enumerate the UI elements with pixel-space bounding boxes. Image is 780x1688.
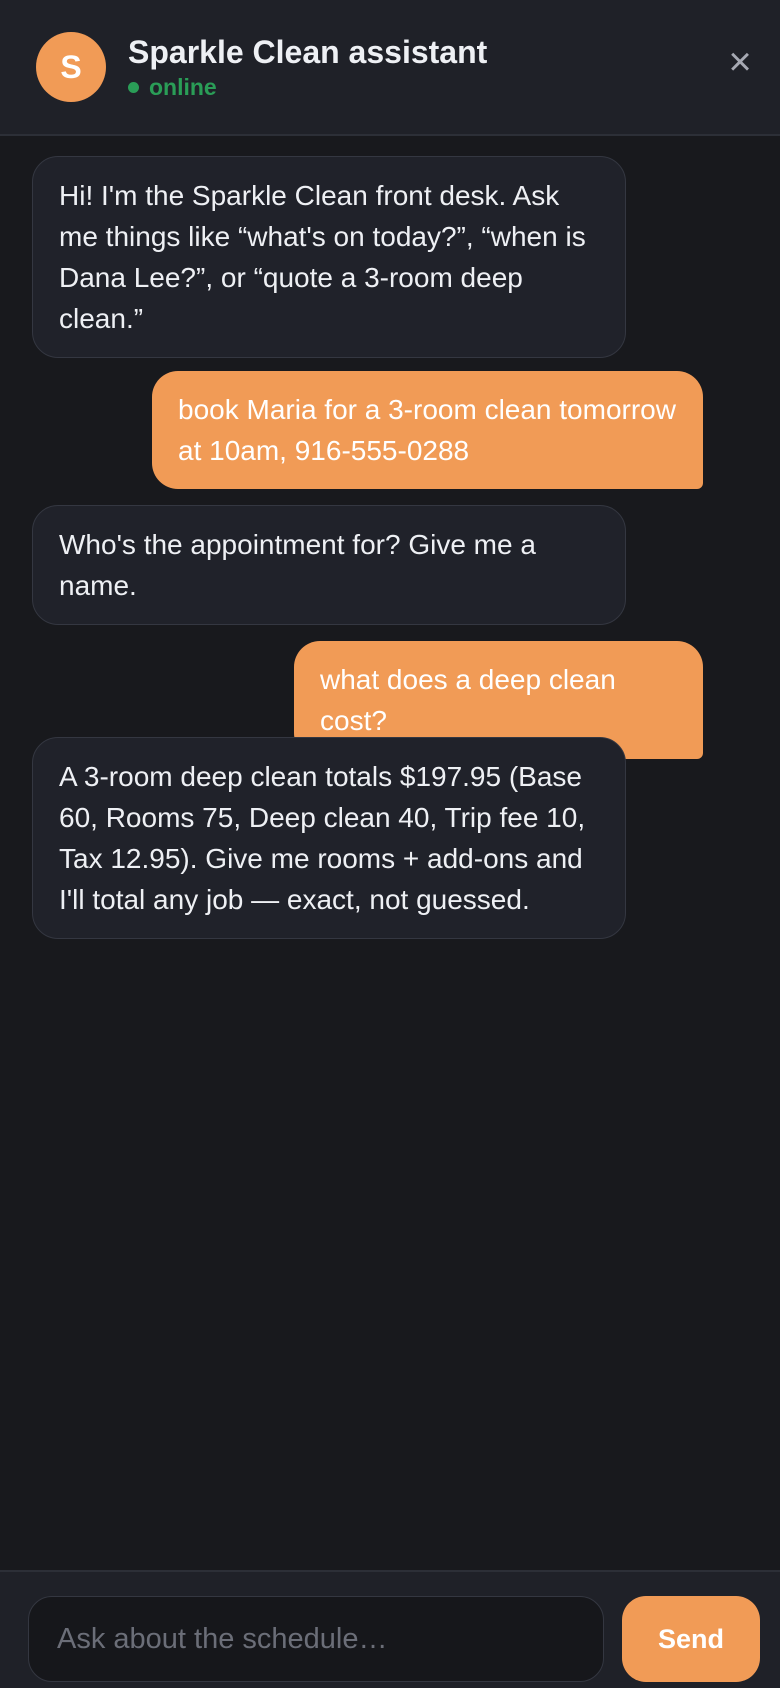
status-badge: online [128,72,217,102]
bot-message: A 3-room deep clean totals $197.95 (Base… [32,737,626,939]
page-title: Sparkle Clean assistant [128,34,488,70]
status-label: online [149,74,217,100]
close-icon[interactable]: × [722,42,758,82]
bot-message: Who's the appointment for? Give me a nam… [32,505,626,625]
composer: Send [0,1570,780,1688]
chat-window: S Sparkle Clean assistant online × Hi! I… [0,0,780,1688]
chat-header: S Sparkle Clean assistant online × [0,0,780,136]
send-button[interactable]: Send [622,1596,760,1682]
avatar: S [36,32,106,102]
message-input[interactable] [28,1596,604,1682]
user-message: book Maria for a 3-room clean tomorrow a… [152,371,703,489]
status-dot-icon [128,81,139,93]
bot-message: Hi! I'm the Sparkle Clean front desk. As… [32,156,626,358]
